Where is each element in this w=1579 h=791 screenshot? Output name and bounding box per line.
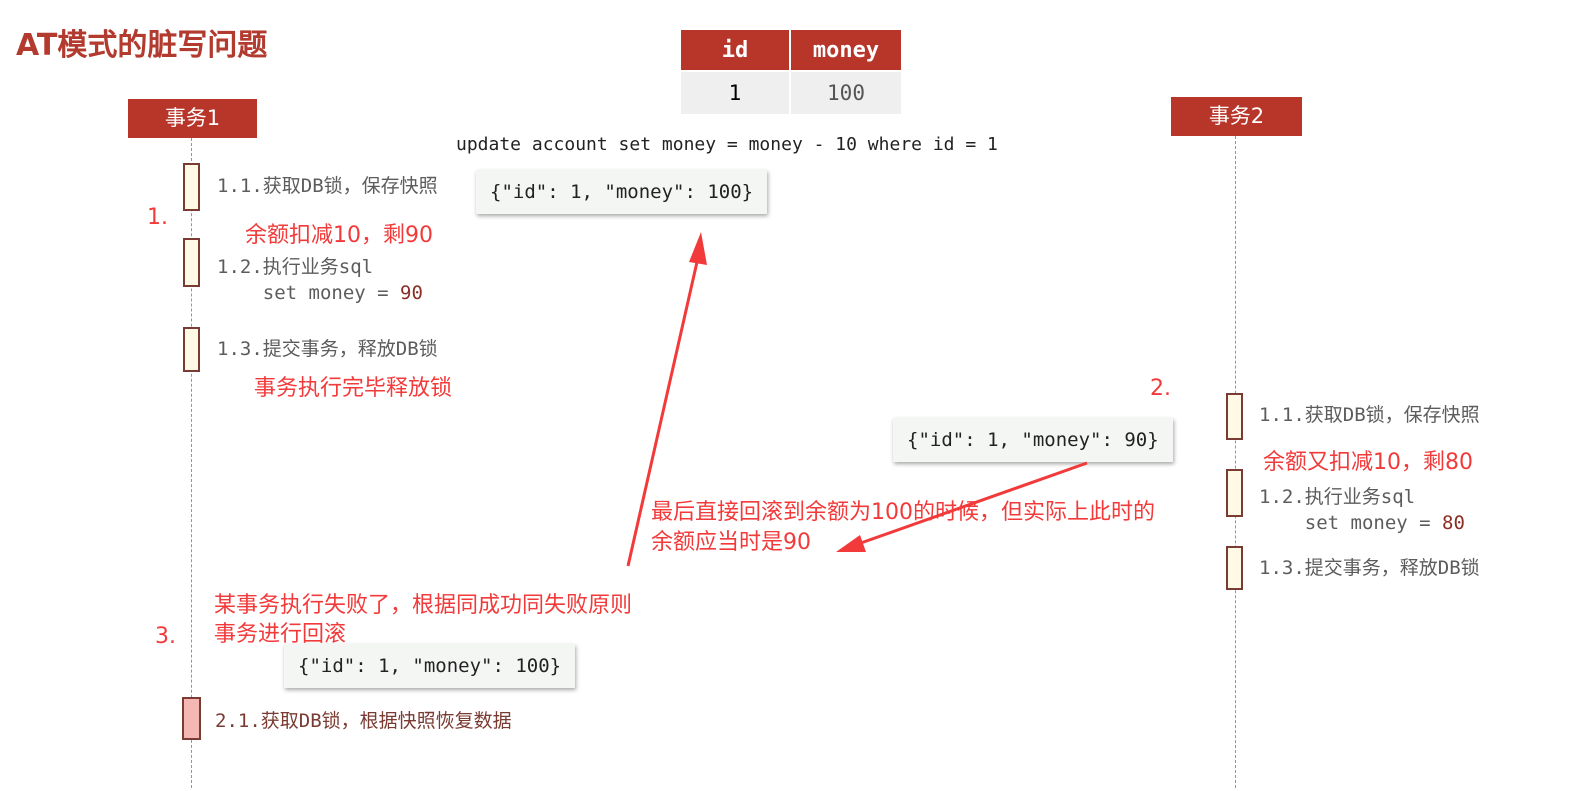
arrow-snapshot-to-note — [836, 461, 1088, 552]
annotation-arrows — [626, 232, 1088, 567]
arrow-head-down-left-icon — [836, 535, 866, 552]
arrow-head-up-icon — [689, 232, 707, 265]
arrow-rollback-to-snapshot — [626, 232, 707, 567]
